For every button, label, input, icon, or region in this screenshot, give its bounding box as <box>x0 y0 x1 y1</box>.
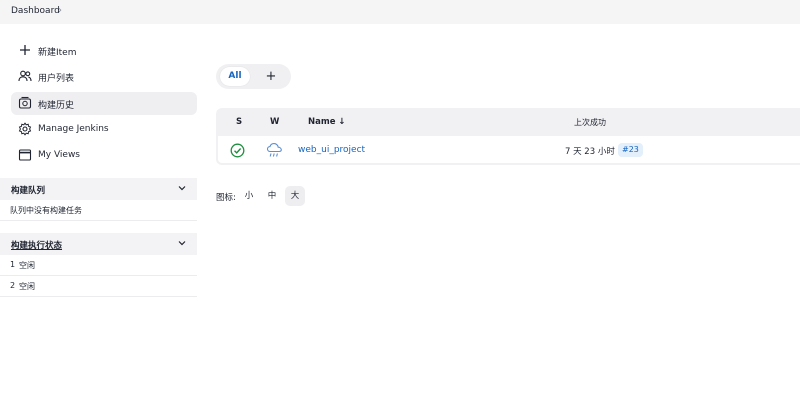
column-header-name[interactable]: Name ↓ <box>308 117 346 127</box>
build-number-badge[interactable]: #23 <box>618 143 643 157</box>
sidebar-item-my-views[interactable]: My Views <box>11 144 197 167</box>
chevron-down-icon[interactable] <box>177 238 187 248</box>
icon-size-large[interactable]: 大 <box>285 186 305 206</box>
breadcrumb-bar: Dashboard › <box>0 0 800 24</box>
breadcrumb-dashboard[interactable]: Dashboard <box>11 6 60 16</box>
sidebar-item-users[interactable]: 用户列表 <box>11 65 197 88</box>
sidebar-item-label: 新建Item <box>38 48 77 58</box>
build-queue-header[interactable]: 构建队列 <box>0 178 197 200</box>
icon-size-label: 图标: <box>216 193 236 203</box>
executor-row: 1 空闲 <box>0 255 197 276</box>
sidebar-item-label: 构建历史 <box>38 101 75 111</box>
sidebar-item-label: My Views <box>38 150 80 160</box>
tab-all[interactable]: All <box>220 67 250 86</box>
column-header-weather[interactable]: W <box>270 117 279 127</box>
chevron-down-icon[interactable] <box>177 183 187 193</box>
job-link-web-ui-project[interactable]: web_ui_project <box>298 145 365 155</box>
executor-number: 2 <box>10 281 16 290</box>
chevron-right-icon[interactable]: › <box>58 5 62 16</box>
tab-all-label: All <box>228 71 242 81</box>
icon-size-medium[interactable]: 中 <box>262 186 282 206</box>
executor-number: 1 <box>10 260 16 269</box>
build-queue-empty-text: 队列中没有构建任务 <box>10 206 82 215</box>
executors-header[interactable]: 构建执行状态 <box>0 233 197 255</box>
sidebar-item-new-item[interactable]: 新建Item <box>11 39 197 62</box>
sidebar-item-build-history[interactable]: 构建历史 <box>11 92 197 115</box>
people-icon <box>18 70 32 82</box>
column-header-last-success[interactable]: 上次成功 <box>574 117 606 128</box>
gear-icon <box>18 122 32 136</box>
success-status-icon <box>230 143 245 158</box>
column-header-status[interactable]: S <box>236 117 242 127</box>
sidebar-item-manage-jenkins[interactable]: Manage Jenkins <box>11 118 197 141</box>
view-tabs: All + <box>216 64 291 89</box>
rain-cloud-icon <box>266 143 282 157</box>
icon-size-small[interactable]: 小 <box>239 186 259 206</box>
sidebar-item-label: 用户列表 <box>38 74 75 84</box>
last-success-time: 7 天 23 小时 <box>565 147 615 157</box>
executor-status: 空闲 <box>19 261 35 270</box>
executor-row: 2 空闲 <box>0 276 197 297</box>
add-view-button[interactable]: + <box>262 67 280 86</box>
executors-title[interactable]: 构建执行状态 <box>11 239 62 251</box>
executor-status: 空闲 <box>19 282 35 291</box>
plus-icon <box>20 45 30 55</box>
window-icon <box>18 149 32 161</box>
sidebar-item-label: Manage Jenkins <box>38 124 109 134</box>
history-icon <box>18 96 32 109</box>
build-queue-title[interactable]: 构建队列 <box>11 184 45 196</box>
jobs-table-header <box>216 108 800 136</box>
build-queue-empty-row: 队列中没有构建任务 <box>0 200 197 221</box>
